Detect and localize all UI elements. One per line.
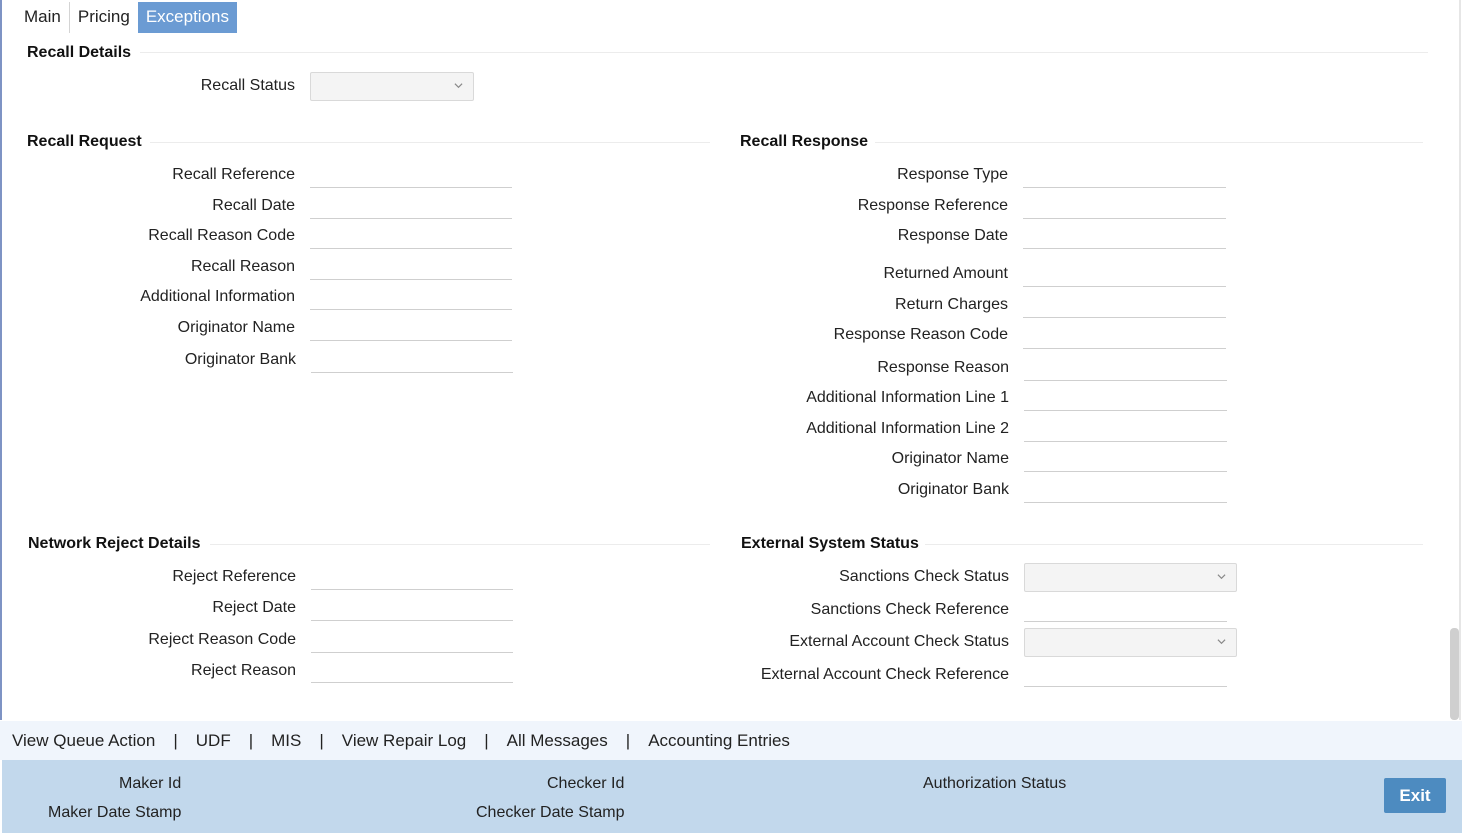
return-charges-field[interactable] <box>1023 292 1226 318</box>
response-reason-code-label: Response Reason Code <box>833 326 1008 343</box>
reject-reason-label: Reject Reason <box>191 662 296 679</box>
section-divider <box>140 52 1428 53</box>
response-type-label: Response Type <box>897 166 1008 183</box>
reject-date-label: Reject Date <box>212 599 296 616</box>
originator-bank-field[interactable] <box>311 347 513 373</box>
checker-id-label: Checker Id <box>547 775 625 792</box>
recall-reference-field[interactable] <box>310 162 512 188</box>
link-separator: | <box>319 730 324 750</box>
additional-information-label: Additional Information <box>140 288 295 305</box>
reject-reason-field[interactable] <box>311 657 513 683</box>
returned-amount-field[interactable] <box>1023 261 1226 287</box>
accounting-entries-link[interactable]: Accounting Entries <box>648 731 790 751</box>
maker-id-label: Maker Id <box>119 775 182 792</box>
view-repair-log-link[interactable]: View Repair Log <box>342 731 466 751</box>
exit-button[interactable]: Exit <box>1384 778 1446 813</box>
link-separator: | <box>248 730 254 750</box>
recall-reason-code-field[interactable] <box>310 223 512 249</box>
recall-details-title: Recall Details <box>27 44 132 61</box>
additional-information-line-1-field[interactable] <box>1024 385 1227 411</box>
tab-exceptions[interactable]: Exceptions <box>137 2 237 33</box>
return-charges-label: Return Charges <box>895 296 1008 313</box>
response-reason-label: Response Reason <box>877 359 1009 376</box>
recall-reason-label: Recall Reason <box>190 258 295 275</box>
reject-date-field[interactable] <box>311 595 513 621</box>
section-divider <box>925 544 1423 545</box>
chevron-down-icon <box>1217 574 1226 580</box>
network-reject-details-title: Network Reject Details <box>28 535 201 552</box>
authorization-status-label: Authorization Status <box>923 775 1067 792</box>
view-queue-action-link[interactable]: View Queue Action <box>12 731 155 751</box>
vertical-scrollbar-thumb[interactable] <box>1450 628 1459 720</box>
link-separator: | <box>173 730 178 750</box>
external-account-check-reference-field[interactable] <box>1024 661 1227 687</box>
recall-reason-code-label: Recall Reason Code <box>148 227 295 244</box>
all-messages-link[interactable]: All Messages <box>507 731 608 751</box>
recall-date-label: Recall Date <box>212 197 295 214</box>
external-account-check-reference-label: External Account Check Reference <box>760 666 1009 683</box>
additional-information-line-1-label: Additional Information Line 1 <box>806 389 1009 406</box>
maker-date-stamp-label: Maker Date Stamp <box>48 804 182 821</box>
originator-name-field[interactable] <box>310 315 512 341</box>
sanctions-check-reference-field[interactable] <box>1024 596 1227 622</box>
recall-status-select[interactable] <box>310 72 474 101</box>
recall-reference-label: Recall Reference <box>172 166 295 183</box>
link-separator: | <box>625 730 631 750</box>
response-reference-field[interactable] <box>1023 193 1226 219</box>
reject-reference-field[interactable] <box>311 564 513 590</box>
external-account-check-status-label: External Account Check Status <box>789 633 1009 650</box>
link-separator: | <box>484 730 489 750</box>
external-account-check-status-select[interactable] <box>1024 628 1237 657</box>
response-date-field[interactable] <box>1023 223 1226 249</box>
recall-request-title: Recall Request <box>27 133 142 150</box>
response-date-label: Response Date <box>897 227 1008 244</box>
response-reference-label: Response Reference <box>857 197 1008 214</box>
recall-reason-field[interactable] <box>310 254 512 280</box>
mis-link[interactable]: MIS <box>271 731 301 751</box>
originator-name-label: Originator Name <box>177 319 295 336</box>
recall-response-title: Recall Response <box>740 133 869 150</box>
tab-main[interactable]: Main <box>0 2 69 33</box>
originator-bank-label: Originator Bank <box>184 351 296 368</box>
additional-information-line-2-field[interactable] <box>1024 416 1227 442</box>
tab-pricing[interactable]: Pricing <box>68 2 138 33</box>
tab-bar: Main Pricing Exceptions <box>0 2 237 33</box>
returned-amount-label: Returned Amount <box>883 265 1008 282</box>
response-originator-name-label: Originator Name <box>891 450 1009 467</box>
additional-information-field[interactable] <box>310 284 512 310</box>
reject-reason-code-field[interactable] <box>311 627 513 653</box>
recall-status-label: Recall Status <box>200 77 295 94</box>
reject-reference-label: Reject Reference <box>172 568 296 585</box>
reject-reason-code-label: Reject Reason Code <box>148 631 296 648</box>
response-originator-name-field[interactable] <box>1024 446 1227 472</box>
window-border-right <box>1459 0 1461 720</box>
chevron-down-icon <box>1217 639 1226 645</box>
section-divider <box>210 544 710 545</box>
response-originator-bank-field[interactable] <box>1024 477 1227 503</box>
response-reason-code-field[interactable] <box>1023 323 1226 349</box>
external-system-status-title: External System Status <box>741 535 919 552</box>
checker-date-stamp-label: Checker Date Stamp <box>476 804 625 821</box>
section-divider <box>875 142 1423 143</box>
sanctions-check-status-select[interactable] <box>1024 563 1237 592</box>
audit-footer <box>2 760 1462 833</box>
additional-information-line-2-label: Additional Information Line 2 <box>806 420 1009 437</box>
sanctions-check-reference-label: Sanctions Check Reference <box>810 601 1009 618</box>
sanctions-check-status-label: Sanctions Check Status <box>839 568 1009 585</box>
response-reason-field[interactable] <box>1024 355 1227 381</box>
section-divider <box>150 142 710 143</box>
recall-date-field[interactable] <box>310 193 512 219</box>
chevron-down-icon <box>454 83 463 89</box>
action-link-bar: View Queue Action | UDF | MIS | View Rep… <box>0 721 1462 760</box>
response-originator-bank-label: Originator Bank <box>897 481 1009 498</box>
window-border-left <box>0 0 2 720</box>
udf-link[interactable]: UDF <box>196 731 231 751</box>
response-type-field[interactable] <box>1023 162 1226 188</box>
